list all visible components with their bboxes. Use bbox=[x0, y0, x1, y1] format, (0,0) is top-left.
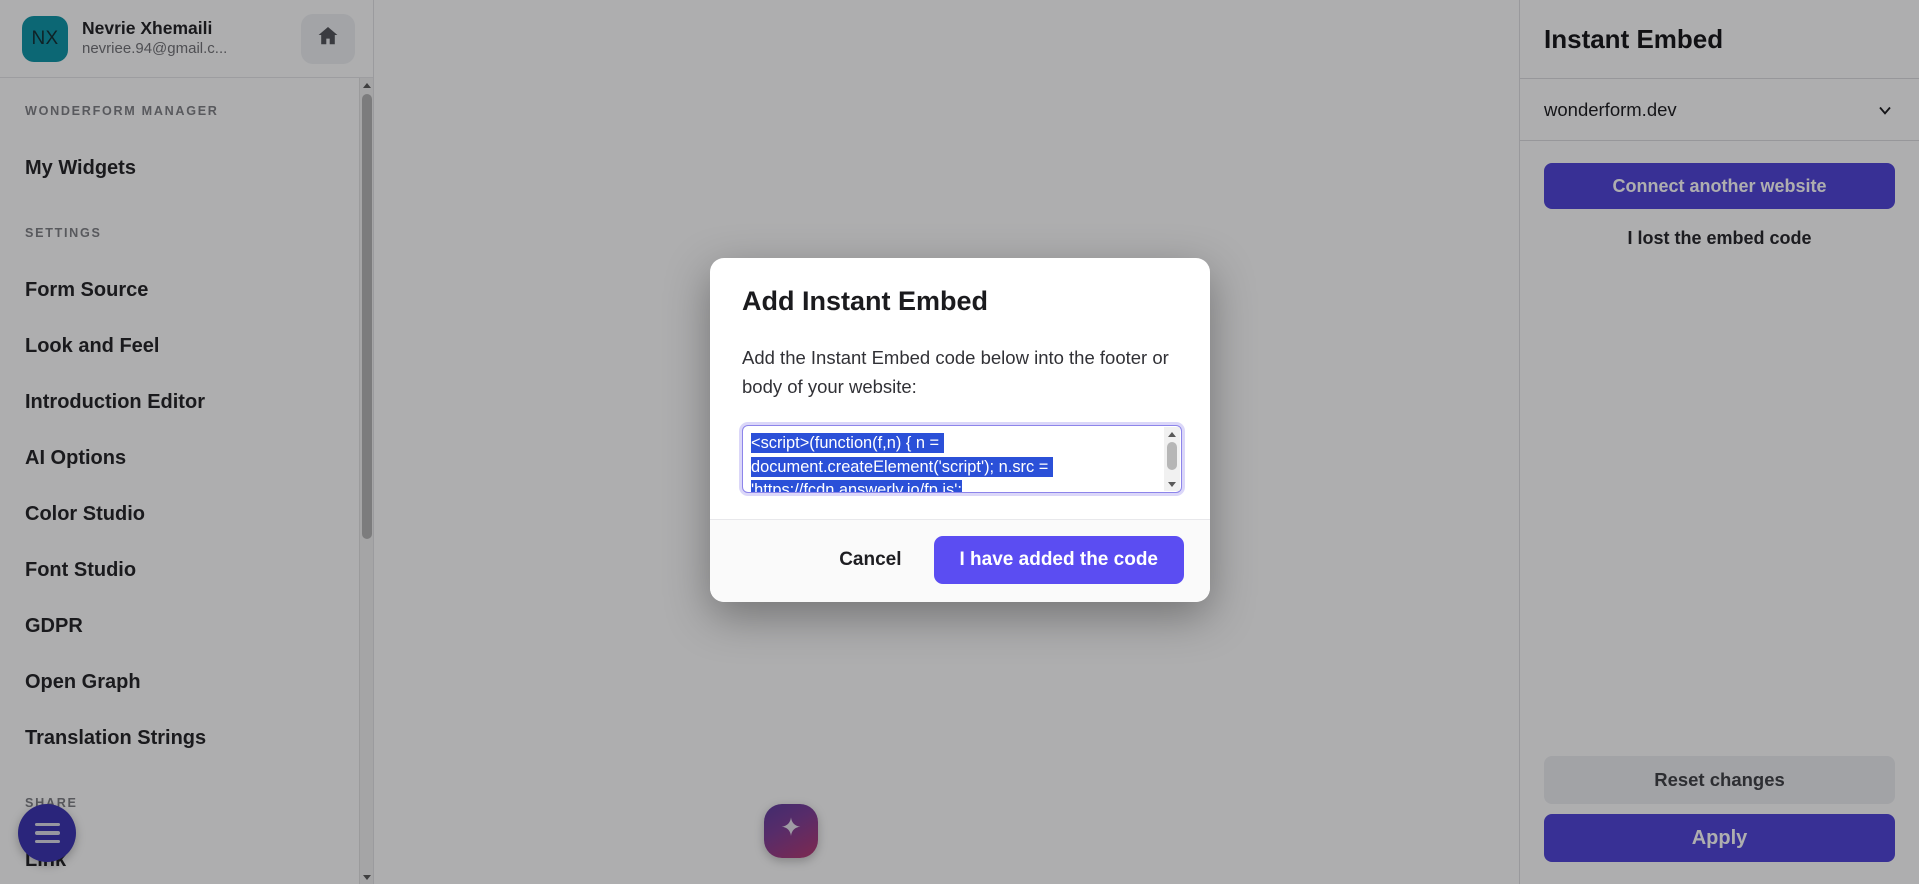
code-scroll-up-arrow-icon[interactable] bbox=[1164, 427, 1180, 441]
embed-code-textarea[interactable]: <script>(function(f,n) { n = document.cr… bbox=[742, 425, 1182, 494]
embed-code-selection: <script>(function(f,n) { n = document.cr… bbox=[751, 433, 1053, 493]
app-root: NX Nevrie Xhemaili nevriee.94@gmail.c...… bbox=[0, 0, 1919, 884]
add-instant-embed-dialog: Add Instant Embed Add the Instant Embed … bbox=[710, 258, 1210, 603]
code-scroll-down-arrow-icon[interactable] bbox=[1164, 477, 1180, 491]
dialog-body: Add Instant Embed Add the Instant Embed … bbox=[710, 258, 1210, 519]
code-scrollbar-thumb[interactable] bbox=[1167, 442, 1177, 471]
confirm-added-code-button[interactable]: I have added the code bbox=[933, 536, 1184, 585]
embed-code-text: <script>(function(f,n) { n = document.cr… bbox=[751, 432, 1149, 493]
dialog-footer: Cancel I have added the code bbox=[710, 519, 1210, 603]
cancel-button[interactable]: Cancel bbox=[817, 539, 923, 581]
dialog-title: Add Instant Embed bbox=[742, 286, 989, 316]
embed-code-scrollbar[interactable] bbox=[1164, 427, 1180, 492]
dialog-description: Add the Instant Embed code below into th… bbox=[742, 347, 1169, 398]
